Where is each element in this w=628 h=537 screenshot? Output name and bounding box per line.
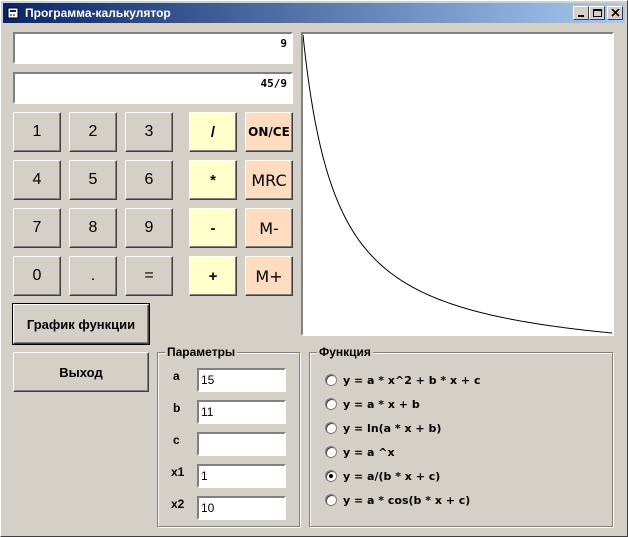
maximize-button[interactable] (589, 6, 605, 20)
function-option-cos[interactable]: y = a * cos(b * x + c) (325, 492, 470, 508)
param-b-label: b (173, 401, 181, 415)
graph-canvas (302, 34, 613, 334)
close-button[interactable] (607, 6, 623, 20)
param-a-label: a (173, 369, 180, 383)
key-7[interactable]: 7 (13, 208, 61, 248)
function-option-exp[interactable]: y = a ^x (325, 444, 395, 460)
function-legend: Функция (317, 345, 373, 359)
param-c-input[interactable] (197, 432, 286, 456)
function-option-hyperbola[interactable]: y = a/(b * x + c) (325, 468, 440, 484)
graph-curve (302, 34, 613, 334)
key-6[interactable]: 6 (125, 160, 173, 200)
function-label-linear: y = a * x + b (343, 397, 420, 411)
radio-cos[interactable] (325, 494, 337, 506)
plot-graph-button[interactable]: График функции (12, 303, 150, 345)
function-label-log: y = ln(a * x + b) (343, 421, 442, 435)
param-c-label: c (173, 433, 180, 447)
radio-log[interactable] (325, 422, 337, 434)
radio-hyperbola[interactable] (325, 470, 337, 482)
exit-button[interactable]: Выход (13, 352, 149, 392)
param-x1-input[interactable] (197, 464, 286, 488)
key-add[interactable]: + (189, 256, 237, 296)
key-on-ce[interactable]: ON/CE (245, 112, 293, 152)
function-label-quadratic: y = a * x^2 + b * x + c (343, 373, 481, 387)
close-icon (611, 9, 620, 17)
key-divide[interactable]: / (189, 112, 237, 152)
function-option-linear[interactable]: y = a * x + b (325, 396, 420, 412)
param-x1-label: x1 (171, 465, 185, 479)
key-decimal[interactable]: . (69, 256, 117, 296)
key-m-minus[interactable]: M- (245, 208, 293, 248)
radio-exp[interactable] (325, 446, 337, 458)
app-icon (7, 7, 19, 19)
key-1[interactable]: 1 (13, 112, 61, 152)
key-4[interactable]: 4 (13, 160, 61, 200)
radio-quadratic[interactable] (325, 374, 337, 386)
key-8[interactable]: 8 (69, 208, 117, 248)
function-graph (301, 32, 614, 336)
minimize-icon (578, 15, 584, 17)
key-equals[interactable]: = (125, 256, 173, 296)
key-9[interactable]: 9 (125, 208, 173, 248)
key-subtract[interactable]: - (189, 208, 237, 248)
primary-display: 9 (13, 32, 293, 64)
param-x2-label: x2 (171, 497, 185, 511)
param-a-input[interactable] (197, 368, 286, 392)
key-3[interactable]: 3 (125, 112, 173, 152)
key-5[interactable]: 5 (69, 160, 117, 200)
params-legend: Параметры (165, 345, 238, 359)
key-multiply[interactable]: * (189, 160, 237, 200)
key-0[interactable]: 0 (13, 256, 61, 296)
app-window: Программа-калькулятор 9 45/9 1 2 3 4 5 6… (0, 0, 628, 537)
key-mrc[interactable]: MRC (245, 160, 293, 200)
function-label-exp: y = a ^x (343, 445, 395, 459)
radio-selected-dot (329, 474, 333, 478)
function-option-quadratic[interactable]: y = a * x^2 + b * x + c (325, 372, 481, 388)
function-label-cos: y = a * cos(b * x + c) (343, 493, 471, 507)
param-x2-input[interactable] (197, 496, 286, 520)
secondary-display: 45/9 (13, 72, 293, 104)
param-b-input[interactable] (197, 400, 286, 424)
function-label-hyperbola: y = a/(b * x + c) (343, 469, 441, 483)
key-2[interactable]: 2 (69, 112, 117, 152)
window-title: Программа-калькулятор (25, 6, 171, 20)
maximize-icon (593, 9, 602, 17)
key-m-plus[interactable]: M+ (245, 256, 293, 296)
radio-linear[interactable] (325, 398, 337, 410)
minimize-button[interactable] (573, 6, 589, 20)
function-option-log[interactable]: y = ln(a * x + b) (325, 420, 441, 436)
title-bar[interactable]: Программа-калькулятор (3, 3, 625, 23)
